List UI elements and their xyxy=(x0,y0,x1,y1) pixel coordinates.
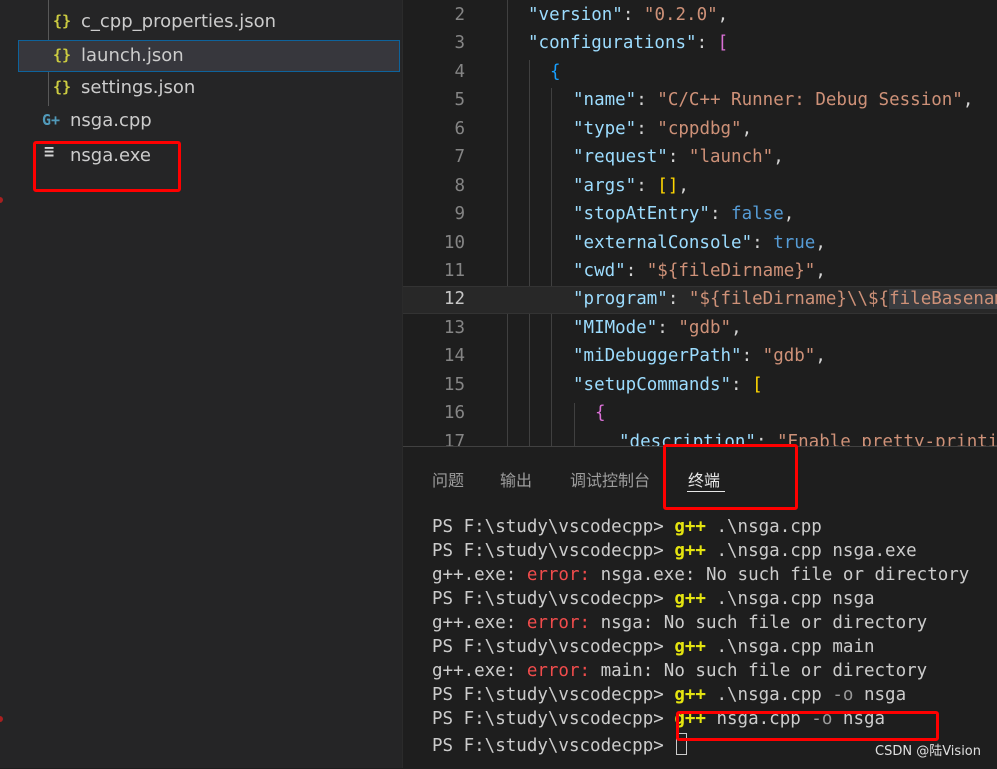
code-line: 5 "name": "C/C++ Runner: Debug Session", xyxy=(403,87,997,115)
code-line: 11 "cwd": "${fileDirname}", xyxy=(403,258,997,286)
bottom-panel: 问题 输出 调试控制台 终端 PS F:\study\vscodecpp> g+… xyxy=(403,444,997,769)
code-line: 7 "request": "launch", xyxy=(403,144,997,172)
code-line: 15 "setupCommands": [ xyxy=(403,372,997,400)
line-number: 10 xyxy=(443,233,465,253)
line-number: 16 xyxy=(443,403,465,423)
code-line: 3 "configurations": [ xyxy=(403,30,997,58)
line-number: 9 xyxy=(454,204,465,224)
code-line: 16 { xyxy=(403,400,997,428)
file-name: settings.json xyxy=(81,77,196,98)
red-highlight-box-terminal-tab xyxy=(663,444,798,510)
terminal-line: PS F:\study\vscodecpp> g++ .\nsga.cpp xyxy=(432,517,822,537)
code-line: 4 { xyxy=(403,59,997,87)
code-line: 9 "stopAtEntry": false, xyxy=(403,201,997,229)
code-line-current: 12 "program": "${fileDirname}\\${fileBas… xyxy=(403,286,997,314)
line-number: 6 xyxy=(454,119,465,139)
file-settings-json[interactable]: {} settings.json xyxy=(18,73,400,105)
code-editor[interactable]: 2 "version": "0.2.0", 3 "configurations"… xyxy=(403,0,997,446)
file-c-cpp-properties-json[interactable]: {} c_cpp_properties.json xyxy=(18,7,400,39)
error-marker xyxy=(0,716,3,722)
code-line: 6 "type": "cppdbg", xyxy=(403,116,997,144)
json-file-icon: {} xyxy=(53,12,72,30)
terminal-line: PS F:\study\vscodecpp> g++ .\nsga.cpp ma… xyxy=(432,637,875,657)
json-file-icon: {} xyxy=(53,46,72,64)
file-nsga-cpp[interactable]: G+ nsga.cpp xyxy=(18,106,400,138)
tab-problems[interactable]: 问题 xyxy=(432,467,464,491)
file-name: nsga.cpp xyxy=(70,110,152,131)
terminal-prompt-line: PS F:\study\vscodecpp> xyxy=(432,733,688,757)
red-highlight-box-exe xyxy=(33,141,181,192)
line-number: 15 xyxy=(443,375,465,395)
line-number: 7 xyxy=(454,147,465,167)
terminal-line: PS F:\study\vscodecpp> g++ .\nsga.cpp ns… xyxy=(432,589,875,609)
explorer-sidebar: {} c_cpp_properties.json {} launch.json … xyxy=(0,0,403,768)
code-line: 10 "externalConsole": true, xyxy=(403,230,997,258)
code-line: 8 "args": [], xyxy=(403,173,997,201)
terminal-line: PS F:\study\vscodecpp> g++ .\nsga.cpp -o… xyxy=(432,685,907,705)
error-marker xyxy=(0,197,3,203)
file-name: c_cpp_properties.json xyxy=(81,11,277,32)
line-number: 8 xyxy=(454,176,465,196)
line-number: 2 xyxy=(454,5,465,25)
line-number: 14 xyxy=(443,346,465,366)
tab-debug-console[interactable]: 调试控制台 xyxy=(570,467,650,491)
line-number: 5 xyxy=(454,90,465,110)
line-number: 3 xyxy=(454,33,465,53)
code-line: 14 "miDebuggerPath": "gdb", xyxy=(403,343,997,371)
file-launch-json[interactable]: {} launch.json xyxy=(18,40,400,72)
terminal-error-line: g++.exe: error: nsga.exe: No such file o… xyxy=(432,565,970,585)
line-number: 12 xyxy=(443,289,465,309)
line-number: 4 xyxy=(454,62,465,82)
file-name: launch.json xyxy=(81,45,184,66)
terminal-line: PS F:\study\vscodecpp> g++ .\nsga.cpp ns… xyxy=(432,541,917,561)
terminal-error-line: g++.exe: error: nsga: No such file or di… xyxy=(432,613,928,633)
cpp-file-icon: G+ xyxy=(42,111,61,129)
line-number: 17 xyxy=(443,432,465,446)
line-number: 13 xyxy=(443,318,465,338)
json-file-icon: {} xyxy=(53,78,72,96)
terminal-error-line: g++.exe: error: main: No such file or di… xyxy=(432,661,928,681)
code-line: 13 "MIMode": "gdb", xyxy=(403,315,997,343)
red-highlight-box-command xyxy=(676,711,939,741)
line-number: 11 xyxy=(443,261,465,281)
code-line: 2 "version": "0.2.0", xyxy=(403,2,997,30)
watermark: CSDN @陆Vision xyxy=(875,744,981,759)
tab-output[interactable]: 输出 xyxy=(500,467,532,491)
